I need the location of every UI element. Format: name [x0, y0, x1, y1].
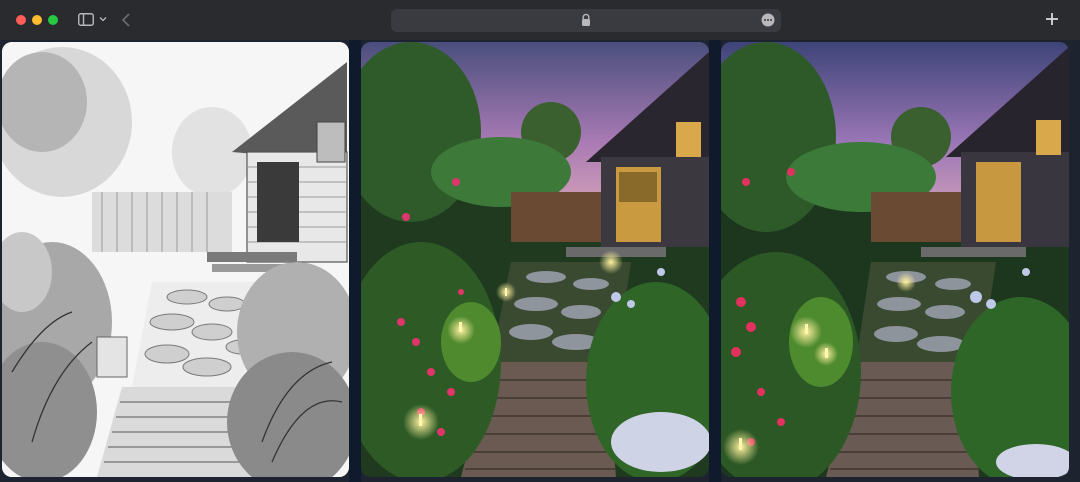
browser-toolbar — [0, 0, 1080, 40]
garden-photo-2[interactable] — [721, 42, 1069, 477]
back-arrow-icon[interactable] — [121, 12, 131, 28]
sketch-image[interactable] — [2, 42, 349, 477]
lock-icon — [580, 13, 592, 27]
divider — [349, 40, 361, 482]
address-bar[interactable] — [391, 9, 781, 32]
zoom-window-button[interactable] — [48, 15, 58, 25]
garden-photo-1[interactable] — [361, 42, 709, 477]
minimize-window-button[interactable] — [32, 15, 42, 25]
close-window-button[interactable] — [16, 15, 26, 25]
page-content — [0, 40, 1080, 482]
chevron-down-icon[interactable] — [99, 15, 107, 23]
divider — [709, 40, 721, 482]
more-icon[interactable] — [761, 13, 775, 27]
plus-icon[interactable] — [1044, 11, 1060, 27]
sidebar-icon[interactable] — [78, 13, 94, 26]
